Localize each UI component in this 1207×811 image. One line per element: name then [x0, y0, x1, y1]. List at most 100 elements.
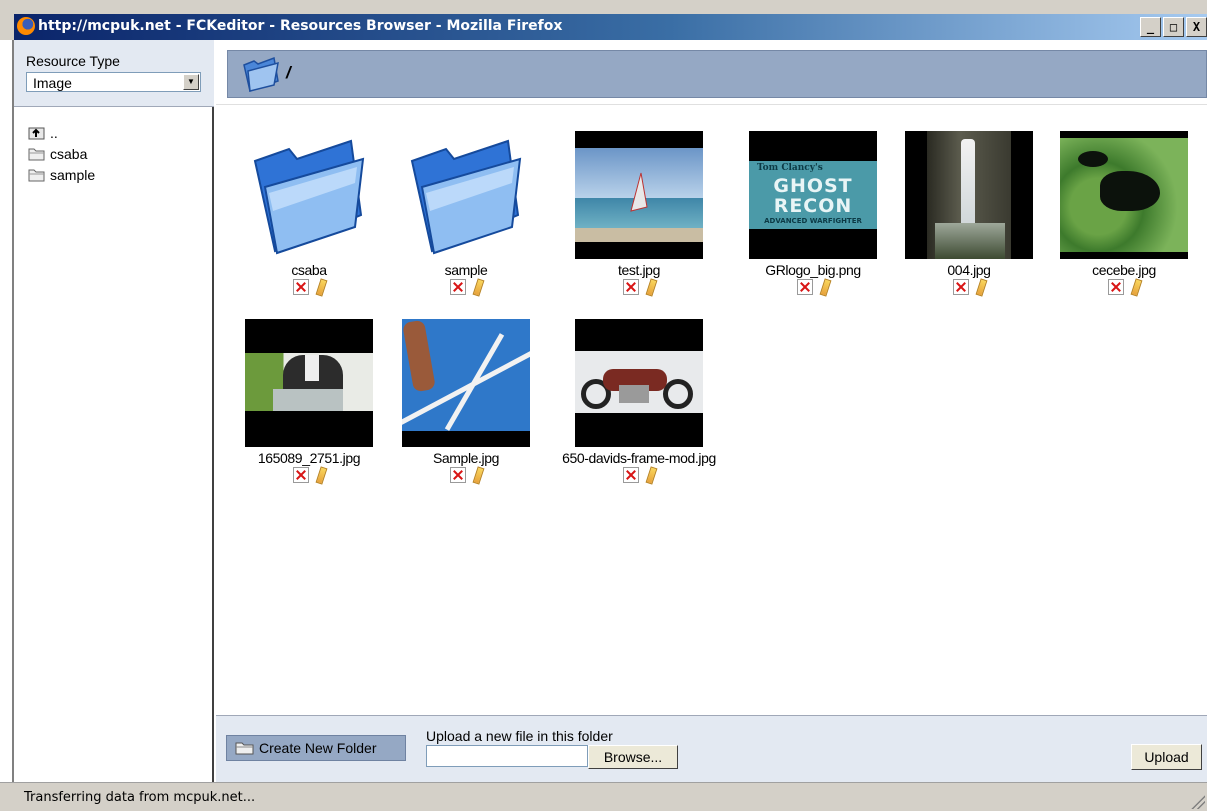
image-thumbnail[interactable] [905, 131, 1033, 259]
item-folder-sample[interactable]: sample [386, 131, 546, 297]
tree-item-csaba[interactable]: csaba [28, 143, 95, 164]
item-actions [889, 279, 1049, 297]
thumbnail-motorcycle [575, 319, 703, 447]
delete-icon[interactable] [622, 467, 639, 483]
tree-item-label: csaba [50, 145, 88, 162]
titlebar-inner[interactable]: http://mcpuk.net - FCKeditor - Resources… [14, 14, 1207, 40]
current-path: / [286, 63, 291, 82]
rename-pencil-icon[interactable] [314, 279, 326, 297]
maximize-button[interactable]: □ [1163, 17, 1184, 37]
thumbnail-waterfall [905, 131, 1033, 259]
image-thumbnail[interactable] [575, 319, 703, 447]
thumbnail-businessman-laptop [245, 319, 373, 447]
firefox-icon [17, 17, 35, 35]
thumbnail-ghost-recon-logo: Tom Clancy's GHOST RECON ADVANCED WARFIG… [749, 131, 877, 259]
image-thumbnail[interactable]: Tom Clancy's GHOST RECON ADVANCED WARFIG… [749, 131, 877, 259]
resource-type-panel: Resource Type Image ▼ [14, 40, 214, 107]
image-thumbnail[interactable] [402, 319, 530, 447]
item-actions [559, 467, 719, 485]
rename-pencil-icon[interactable] [818, 279, 830, 297]
delete-icon[interactable] [1107, 279, 1124, 295]
create-folder-button[interactable]: Create New Folder [226, 735, 406, 761]
item-actions [229, 279, 389, 297]
upload-file-input[interactable] [426, 745, 588, 767]
chevron-down-icon[interactable]: ▼ [183, 74, 199, 90]
item-name[interactable]: 650-davids-frame-mod.jpg [559, 450, 719, 466]
item-folder-csaba[interactable]: csaba [229, 131, 389, 297]
delete-icon[interactable] [449, 467, 466, 483]
item-name[interactable]: GRlogo_big.png [733, 262, 893, 278]
image-thumbnail[interactable] [575, 131, 703, 259]
window-controls: _ □ X [1140, 17, 1207, 37]
window-title: http://mcpuk.net - FCKeditor - Resources… [38, 18, 563, 34]
item-name[interactable]: Sample.jpg [386, 450, 546, 466]
item-image-650-davids[interactable]: 650-davids-frame-mod.jpg [559, 319, 719, 485]
folder-icon [235, 740, 255, 756]
status-bar: Transferring data from mcpuk.net... [0, 782, 1207, 811]
rename-pencil-icon[interactable] [471, 467, 483, 485]
item-image-004[interactable]: 004.jpg [889, 131, 1049, 297]
item-image-grlogo[interactable]: Tom Clancy's GHOST RECON ADVANCED WARFIG… [733, 131, 893, 297]
rename-pencil-icon[interactable] [471, 279, 483, 297]
thumbnail-windsurf [575, 131, 703, 259]
delete-icon[interactable] [796, 279, 813, 295]
item-actions [229, 467, 389, 485]
delete-icon[interactable] [952, 279, 969, 295]
item-name[interactable]: sample [386, 262, 546, 278]
resource-type-value: Image [33, 75, 72, 91]
folder-pane: Resource Type Image ▼ .. csaba sample [12, 40, 214, 782]
rename-pencil-icon[interactable] [644, 279, 656, 297]
folder-icon [28, 146, 46, 162]
resource-type-select[interactable]: Image ▼ [26, 72, 201, 92]
item-image-165089[interactable]: 165089_2751.jpg [229, 319, 389, 485]
resize-grip-icon[interactable] [1191, 795, 1205, 809]
content-divider [216, 104, 1207, 105]
path-bar: / [227, 50, 1207, 98]
item-name[interactable]: 165089_2751.jpg [229, 450, 389, 466]
rename-pencil-icon[interactable] [644, 467, 656, 485]
tree-item-label: sample [50, 166, 96, 183]
item-actions [559, 279, 719, 297]
close-button[interactable]: X [1186, 17, 1207, 37]
resource-type-label: Resource Type [26, 53, 120, 69]
item-actions [386, 279, 546, 297]
rename-pencil-icon[interactable] [1129, 279, 1141, 297]
item-actions [1044, 279, 1204, 297]
rename-pencil-icon[interactable] [974, 279, 986, 297]
rename-pencil-icon[interactable] [314, 467, 326, 485]
image-thumbnail[interactable] [245, 319, 373, 447]
upload-button[interactable]: Upload [1131, 744, 1202, 770]
delete-icon[interactable] [292, 467, 309, 483]
folder-tree: .. csaba sample [28, 122, 95, 185]
image-thumbnail[interactable] [1060, 131, 1188, 259]
folder-icon [28, 167, 46, 183]
thumbnail-aerial-lake [1060, 131, 1188, 259]
item-name[interactable]: test.jpg [559, 262, 719, 278]
status-text: Transferring data from mcpuk.net... [24, 790, 256, 805]
item-actions [733, 279, 893, 297]
tree-item-sample[interactable]: sample [28, 164, 95, 185]
big-folder-icon[interactable] [245, 131, 373, 259]
item-name[interactable]: 004.jpg [889, 262, 1049, 278]
thumbnail-tennis-court [402, 319, 530, 447]
tree-item-parent[interactable]: .. [28, 122, 95, 143]
item-image-cecebe[interactable]: cecebe.jpg [1044, 131, 1204, 297]
delete-icon[interactable] [449, 279, 466, 295]
tree-item-label: .. [50, 124, 58, 141]
folder-up-icon [28, 125, 46, 141]
item-name[interactable]: cecebe.jpg [1044, 262, 1204, 278]
minimize-button[interactable]: _ [1140, 17, 1161, 37]
item-actions [386, 467, 546, 485]
item-image-test[interactable]: test.jpg [559, 131, 719, 297]
open-folder-icon [240, 55, 282, 98]
action-panel: Create New Folder Upload a new file in t… [216, 715, 1207, 783]
create-folder-label: Create New Folder [259, 740, 377, 756]
delete-icon[interactable] [292, 279, 309, 295]
item-name[interactable]: csaba [229, 262, 389, 278]
browse-button[interactable]: Browse... [588, 745, 678, 769]
delete-icon[interactable] [622, 279, 639, 295]
item-image-sample[interactable]: Sample.jpg [386, 319, 546, 485]
window-titlebar: http://mcpuk.net - FCKeditor - Resources… [0, 0, 1207, 40]
big-folder-icon[interactable] [402, 131, 530, 259]
upload-label: Upload a new file in this folder [426, 728, 613, 744]
